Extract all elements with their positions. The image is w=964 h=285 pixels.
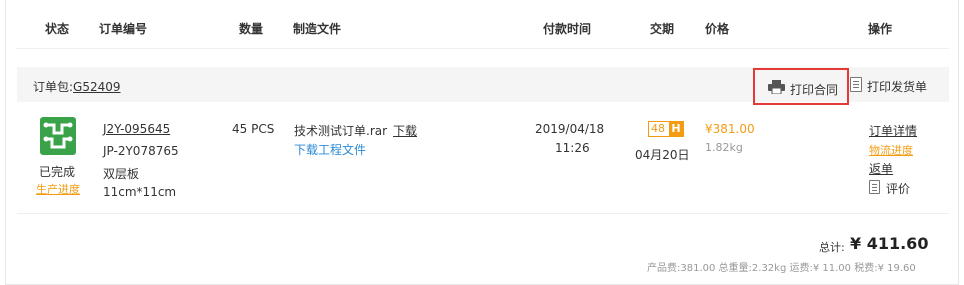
header-files: 制造文件 xyxy=(293,22,342,36)
header-order-no: 订单编号 xyxy=(99,22,148,36)
circuit-board-icon xyxy=(40,117,76,155)
print-shipping-label: 打印发货单 xyxy=(867,80,928,94)
package-label: 订单包:G52409 xyxy=(33,78,121,95)
order-detail-link[interactable]: 订单详情 xyxy=(869,122,917,139)
weight-value: 1.82kg xyxy=(705,141,743,154)
badge-unit: H xyxy=(669,122,683,136)
production-progress-link[interactable]: 生产进度 xyxy=(36,181,80,197)
printer-icon xyxy=(768,80,785,94)
order-number-link[interactable]: J2Y-095645 xyxy=(103,122,170,136)
pay-time: 11:26 xyxy=(555,141,590,155)
document-icon xyxy=(850,77,862,92)
header-actions: 操作 xyxy=(868,22,893,36)
delivery-date: 04月20日 xyxy=(635,148,690,162)
download-link[interactable]: 下载 xyxy=(393,122,417,139)
order-row: 已完成 生产进度 J2Y-095645 JP-2Y078765 双层板 11cm… xyxy=(17,102,949,214)
header-quantity: 数量 xyxy=(239,22,264,36)
download-engineering-file-link[interactable]: 下载工程文件 xyxy=(294,141,366,158)
total-label: 总计: xyxy=(819,241,845,254)
header-price: 价格 xyxy=(705,22,730,36)
package-bar: 订单包:G52409 打印合同 打印发货单 xyxy=(17,67,949,105)
print-contract-button[interactable]: 打印合同 xyxy=(753,68,849,105)
evaluate-link[interactable]: 评价 xyxy=(886,180,910,197)
package-code-link[interactable]: G52409 xyxy=(73,80,120,94)
board-size: 11cm*11cm xyxy=(103,185,177,199)
price-value: ¥381.00 xyxy=(705,122,755,136)
file-name: 技术测试订单.rar xyxy=(294,124,388,138)
print-contract-label: 打印合同 xyxy=(790,83,839,97)
pay-date: 2019/04/18 xyxy=(535,122,605,136)
header-delivery: 交期 xyxy=(650,22,675,36)
board-type: 双层板 xyxy=(103,167,140,181)
header-pay-time: 付款时间 xyxy=(543,22,592,36)
header-status: 状态 xyxy=(45,22,70,36)
package-label-text: 订单包: xyxy=(33,80,74,94)
status-text: 已完成 xyxy=(39,165,76,179)
document-icon xyxy=(869,180,880,194)
logistics-progress-link[interactable]: 物流进度 xyxy=(869,142,913,158)
delivery-hours-badge: 48 H xyxy=(648,121,684,137)
table-header: 状态 订单编号 数量 制造文件 付款时间 交期 价格 操作 xyxy=(16,6,949,49)
reorder-link[interactable]: 返单 xyxy=(869,160,893,177)
quantity-value: 45 PCS xyxy=(232,122,275,136)
fee-breakdown: 产品费:381.00 总重量:2.32kg 运费:¥ 11.00 税费:¥ 19… xyxy=(647,263,916,274)
production-number: JP-2Y078765 xyxy=(103,144,179,158)
total-value: ¥ 411.60 xyxy=(850,234,929,253)
badge-number: 48 xyxy=(651,122,665,135)
